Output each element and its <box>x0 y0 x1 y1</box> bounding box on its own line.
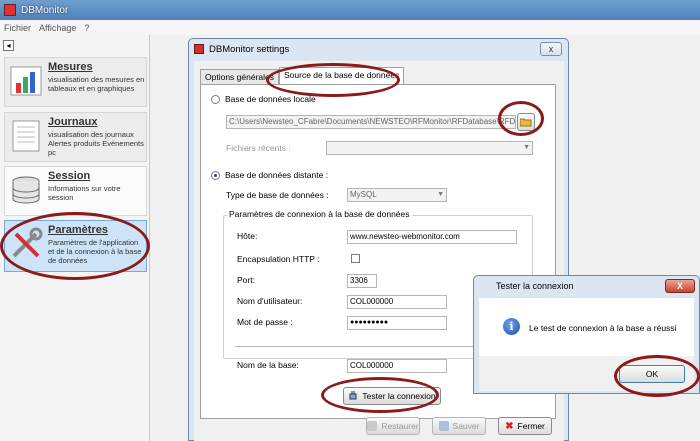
msgbox-close-button[interactable]: X <box>665 279 695 293</box>
restore-button[interactable]: Restaurer <box>366 417 420 435</box>
menubar: Fichier Affichage ? <box>0 20 700 35</box>
menu-fichier[interactable]: Fichier <box>4 23 31 33</box>
sidebar-item-parametres[interactable]: Paramètres Paramètres de l'application e… <box>4 220 147 272</box>
username-label: Nom d'utilisateur: <box>237 296 303 306</box>
menu-affichage[interactable]: Affichage <box>39 23 76 33</box>
ok-button[interactable]: OK <box>619 365 685 383</box>
journal-icon <box>12 120 40 152</box>
http-encapsulation-label: Encapsulation HTTP : <box>237 254 320 264</box>
settings-close-button[interactable]: x <box>540 42 562 56</box>
app-titlebar: DBMonitor <box>0 0 700 20</box>
app-title: DBMonitor <box>21 4 69 16</box>
close-x-icon: ✖ <box>505 420 514 432</box>
db-type-combo[interactable]: MySQL ▼ <box>347 188 447 202</box>
connection-group-title: Paramètres de connexion à la base de don… <box>227 209 412 219</box>
msgbox-title: Tester la connexion <box>496 281 574 291</box>
chevron-down-icon: ▼ <box>523 144 530 151</box>
floppy-icon <box>438 421 449 431</box>
msgbox-footer: OK <box>479 356 694 391</box>
sidebar-item-title: Paramètres <box>48 224 108 236</box>
close-label: Fermer <box>517 421 545 431</box>
tools-icon <box>12 227 43 258</box>
info-icon: i <box>503 318 520 335</box>
local-db-radio[interactable] <box>211 95 220 104</box>
save-label: Sauver <box>452 421 480 431</box>
db-type-label: Type de base de données : <box>226 190 329 200</box>
sidebar-item-desc: Informations sur votre session <box>48 184 121 202</box>
sidebar-item-title: Session <box>48 170 91 182</box>
username-input[interactable]: COL000000 <box>347 295 447 309</box>
dbname-label: Nom de la base: <box>237 360 299 370</box>
sidebar-item-journaux[interactable]: Journaux visualisation des journaux Aler… <box>4 112 147 162</box>
chevron-down-icon: ▼ <box>437 191 444 198</box>
sidebar-item-desc: visualisation des mesures en tableaux et… <box>48 75 145 93</box>
sidebar-item-session[interactable]: Session Informations sur votre session <box>4 166 147 216</box>
recent-files-label: Fichiers récents : <box>226 143 291 153</box>
dialog-app-icon <box>194 44 204 54</box>
port-label: Port: <box>237 275 255 285</box>
folder-open-icon <box>520 118 532 127</box>
msgbox-message: Le test de connexion à la base a réussi <box>529 323 677 333</box>
tab-strip: Options générales Source de la base de d… <box>200 67 405 84</box>
restore-icon <box>367 421 378 431</box>
msgbox-body: i Le test de connexion à la base a réuss… <box>479 298 694 356</box>
save-button[interactable]: Sauver <box>432 417 486 435</box>
recent-files-combo[interactable]: ▼ <box>326 141 533 155</box>
remote-db-radio[interactable] <box>211 171 220 180</box>
http-encapsulation-checkbox[interactable] <box>351 254 360 263</box>
db-type-value: MySQL <box>350 190 377 199</box>
host-input[interactable]: www.newsteo-webmonitor.com <box>347 230 517 244</box>
sidebar: ◂ Mesures visualisation des mesures en t… <box>0 35 150 441</box>
test-connection-dialog: Tester la connexion X i Le test de conne… <box>473 275 700 394</box>
sidebar-item-desc: Paramètres de l'application et de la con… <box>48 238 142 265</box>
sidebar-item-desc: visualisation des journaux Alertes produ… <box>48 130 144 157</box>
menu-help[interactable]: ? <box>84 23 89 33</box>
collapse-sidebar-button[interactable]: ◂ <box>3 40 14 51</box>
browse-button[interactable] <box>517 113 535 131</box>
local-db-path-field[interactable]: C:\Users\Newsteo_CFabre\Documents\NEWSTE… <box>226 115 516 129</box>
test-connection-label: Tester la connexion <box>362 391 436 401</box>
close-button[interactable]: ✖ Fermer <box>498 417 552 435</box>
sidebar-item-title: Journaux <box>48 116 98 128</box>
settings-title: DBMonitor settings <box>209 43 290 55</box>
test-connection-button[interactable]: Tester la connexion <box>343 387 441 405</box>
tab-options-generales[interactable]: Options générales <box>200 69 279 84</box>
restore-label: Restaurer <box>381 421 419 431</box>
app-logo-icon <box>4 4 16 16</box>
remote-db-label: Base de données distante : <box>225 170 329 180</box>
settings-titlebar: DBMonitor settings <box>189 39 568 59</box>
port-input[interactable]: 3306 <box>347 274 377 288</box>
password-label: Mot de passe : <box>237 317 293 327</box>
tab-source-bdd[interactable]: Source de la base de données <box>279 67 405 84</box>
local-db-label: Base de données locale <box>225 94 316 104</box>
host-label: Hôte: <box>237 231 258 241</box>
dbname-input[interactable]: COL000000 <box>347 359 447 373</box>
database-icon <box>12 176 40 204</box>
sidebar-item-title: Mesures <box>48 61 93 73</box>
sidebar-item-mesures[interactable]: Mesures visualisation des mesures en tab… <box>4 57 147 107</box>
password-input[interactable]: ●●●●●●●●● <box>347 316 447 330</box>
chart-icon <box>10 66 42 96</box>
plug-icon <box>349 391 357 400</box>
